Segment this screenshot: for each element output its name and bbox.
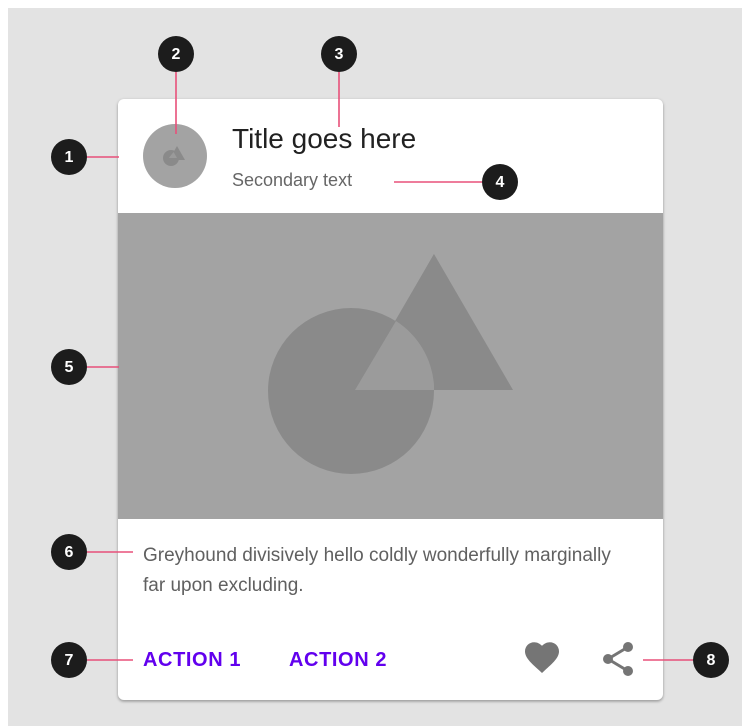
callout-marker-4: 4 <box>482 164 518 200</box>
svg-text:8: 8 <box>707 652 716 669</box>
callout-marker-6: 6 <box>51 534 87 570</box>
callout-marker-8: 8 <box>693 642 729 678</box>
callout-marker-2: 2 <box>158 36 194 72</box>
svg-text:5: 5 <box>65 359 74 376</box>
callout-marker-1: 1 <box>51 139 87 175</box>
callout-marker-5: 5 <box>51 349 87 385</box>
svg-text:3: 3 <box>335 46 344 63</box>
svg-text:4: 4 <box>496 174 505 191</box>
svg-text:2: 2 <box>172 46 181 63</box>
callout-marker-3: 3 <box>321 36 357 72</box>
svg-text:1: 1 <box>65 149 74 166</box>
annotation-overlay: 1 2 3 4 5 6 7 8 <box>51 36 729 678</box>
callout-marker-7: 7 <box>51 642 87 678</box>
svg-text:7: 7 <box>65 652 74 669</box>
svg-text:6: 6 <box>65 544 74 561</box>
